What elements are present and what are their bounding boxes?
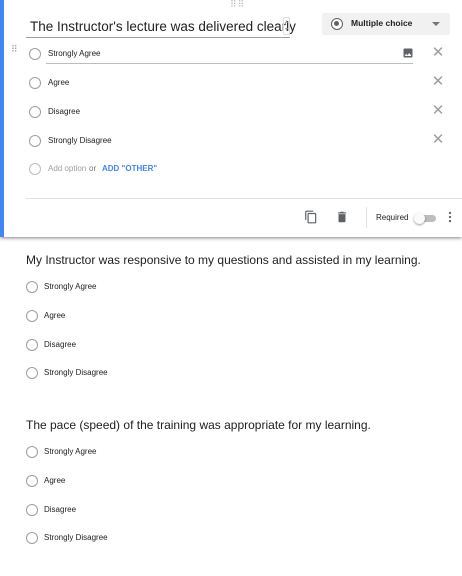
option-row: Strongly Disagree xyxy=(26,531,326,547)
option-label: Disagree xyxy=(44,340,77,349)
radio-icon xyxy=(29,106,41,118)
radio-icon xyxy=(26,339,38,351)
option-row[interactable]: Agree ✕ xyxy=(26,74,446,94)
option-label: Strongly Disagree xyxy=(44,368,108,377)
question-title: My Instructor was responsive to my quest… xyxy=(26,253,421,267)
radio-icon xyxy=(29,163,41,175)
option-row[interactable]: Strongly Agree ✕ xyxy=(26,45,446,65)
more-vert-icon[interactable] xyxy=(447,210,453,224)
question-type-label: Multiple choice xyxy=(351,18,413,28)
radio-icon xyxy=(26,475,38,487)
card-footer-divider xyxy=(26,198,462,199)
option-row: Disagree xyxy=(26,503,326,519)
option-label: Strongly Disagree xyxy=(44,533,108,542)
duplicate-icon[interactable] xyxy=(304,210,318,224)
radio-icon xyxy=(29,48,41,60)
option-label: Strongly Agree xyxy=(44,447,97,456)
remove-option-icon[interactable]: ✕ xyxy=(431,132,445,148)
add-option-button[interactable]: Add option xyxy=(48,164,86,173)
toggle-thumb xyxy=(414,213,425,224)
option-label: Agree xyxy=(44,476,66,485)
required-toggle[interactable] xyxy=(414,213,436,224)
multiple-choice-icon xyxy=(331,18,343,30)
remove-option-icon[interactable]: ✕ xyxy=(431,103,445,119)
option-label[interactable]: Strongly Disagree xyxy=(48,136,112,145)
radio-icon xyxy=(26,281,38,293)
option-row: Strongly Disagree xyxy=(26,366,326,382)
option-label: Agree xyxy=(44,311,66,320)
radio-icon xyxy=(29,135,41,147)
remove-option-icon[interactable]: ✕ xyxy=(431,45,445,61)
image-icon[interactable] xyxy=(402,47,414,59)
question-title: The pace (speed) of the training was app… xyxy=(26,418,371,432)
add-option-row: Add option or ADD "OTHER" xyxy=(26,160,446,180)
question-card[interactable]: My Instructor was responsive to my quest… xyxy=(0,253,462,393)
caret-down-icon xyxy=(432,22,440,26)
option-label[interactable]: Strongly Agree xyxy=(48,49,100,58)
drag-handle-icon[interactable]: ⠿⠿ xyxy=(230,0,245,10)
required-label: Required xyxy=(376,213,409,222)
active-question-card[interactable]: ⠿⠿ ⠿ The Instructor's lecture was delive… xyxy=(0,0,462,237)
question-title-field[interactable]: The Instructor's lecture was delivered c… xyxy=(26,16,296,38)
question-title-text[interactable]: The Instructor's lecture was delivered c… xyxy=(30,19,296,34)
remove-option-icon[interactable]: ✕ xyxy=(431,74,445,90)
radio-icon xyxy=(26,532,38,544)
option-row: Agree xyxy=(26,309,326,325)
option-row[interactable]: Disagree ✕ xyxy=(26,103,446,123)
question-type-dropdown[interactable]: Multiple choice xyxy=(322,13,450,35)
title-scroll-icon: ▴ ▾ xyxy=(283,17,290,35)
option-row: Agree xyxy=(26,474,326,490)
option-label: Disagree xyxy=(44,505,77,514)
option-row[interactable]: Strongly Disagree ✕ xyxy=(26,132,446,152)
radio-icon xyxy=(26,504,38,516)
radio-icon xyxy=(26,310,38,322)
footer-separator xyxy=(366,207,367,228)
option-drag-handle-icon[interactable]: ⠿ xyxy=(11,45,19,54)
radio-icon xyxy=(26,367,38,379)
delete-icon[interactable] xyxy=(335,210,349,224)
option-row: Strongly Agree xyxy=(26,280,326,296)
option-label: Strongly Agree xyxy=(44,282,97,291)
option-row: Disagree xyxy=(26,338,326,354)
option-row: Strongly Agree xyxy=(26,445,326,461)
add-option-or-text: or xyxy=(89,164,97,173)
question-card[interactable]: The pace (speed) of the training was app… xyxy=(0,418,462,558)
add-other-button[interactable]: ADD "OTHER" xyxy=(102,164,157,173)
option-label[interactable]: Agree xyxy=(48,78,69,87)
radio-icon xyxy=(26,446,38,458)
option-input-underline xyxy=(46,63,413,64)
radio-icon xyxy=(29,77,41,89)
option-label[interactable]: Disagree xyxy=(48,107,80,116)
